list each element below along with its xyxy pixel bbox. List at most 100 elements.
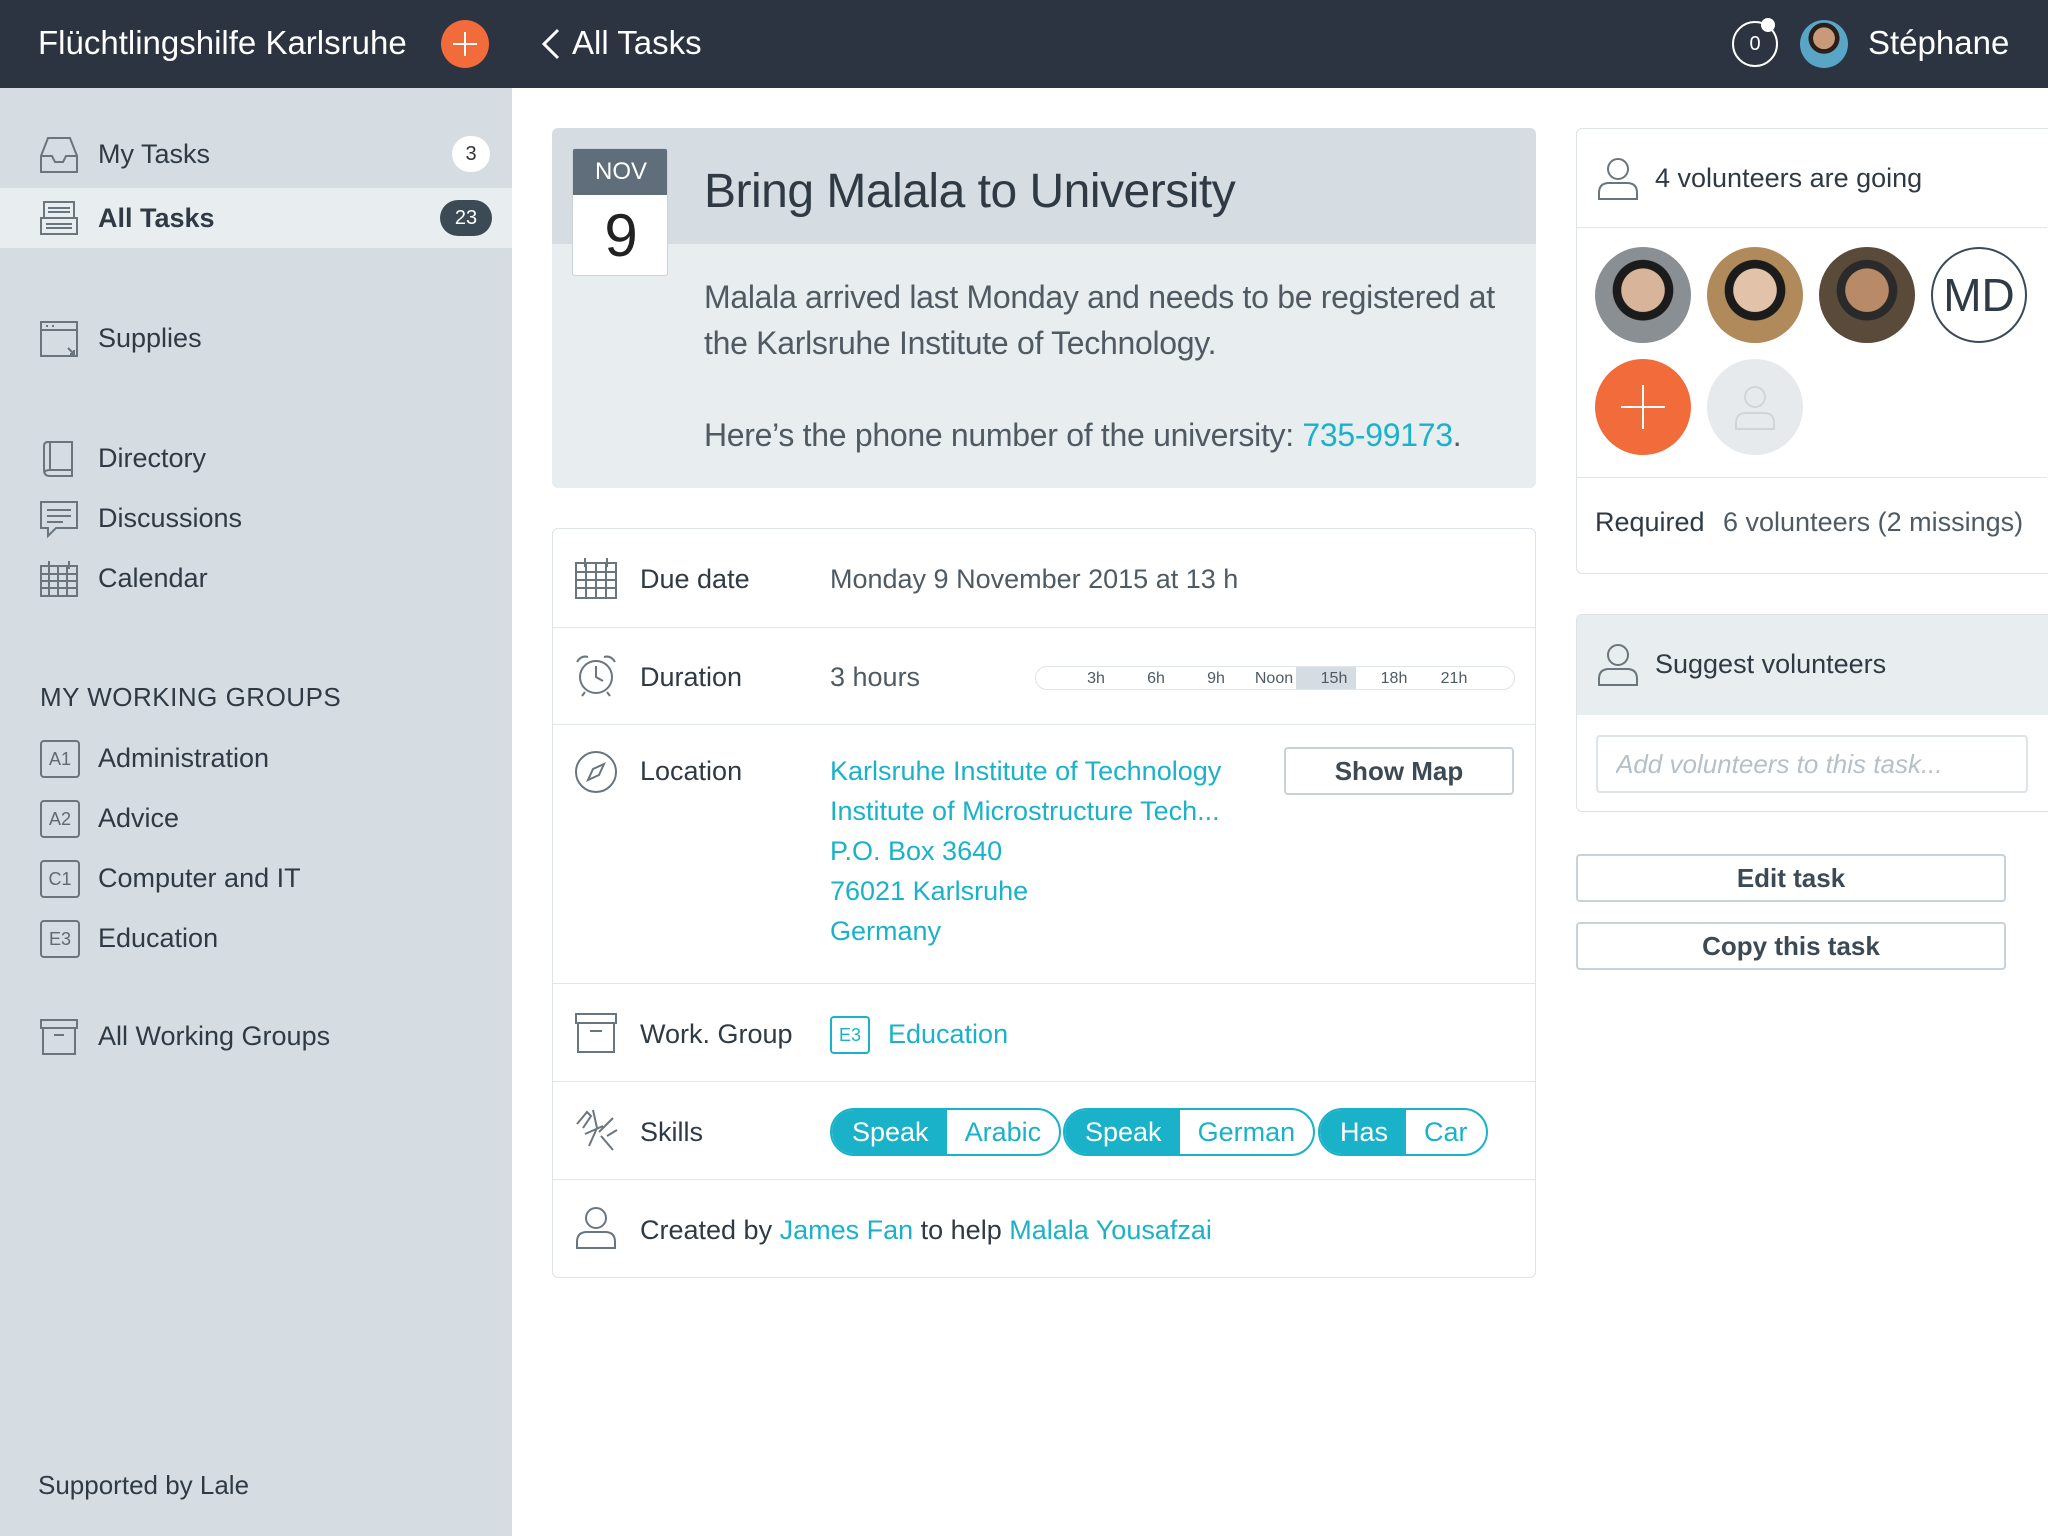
task-header-card: NOV 9 Bring Malala to University Malala …	[552, 128, 1536, 488]
group-code-chip: E3	[830, 1016, 870, 1054]
calendar-icon	[575, 558, 617, 599]
add-volunteer-button[interactable]	[1595, 359, 1691, 455]
sidebar-group-advice[interactable]: A2 Advice	[0, 788, 512, 848]
created-by-text: Created by James Fan to help Malala Yous…	[640, 1214, 1212, 1246]
timeline-tick: Noon	[1254, 670, 1294, 687]
required-label: Required	[1595, 507, 1705, 537]
skill-value: German	[1197, 1117, 1296, 1147]
skill-tag[interactable]: Speak Arabic	[830, 1108, 1062, 1156]
alarm-clock-icon	[576, 655, 616, 697]
sidebar-item-calendar[interactable]: Calendar	[0, 548, 512, 608]
timeline-tick: 15h	[1320, 670, 1348, 687]
skills-row: Skills Speak Arabic Speak German Has Car	[553, 1082, 1535, 1180]
address-line[interactable]: P.O. Box 3640	[830, 835, 1002, 867]
duration-label: Duration	[640, 662, 743, 692]
address-line[interactable]: Institute of Microstructure Tech...	[830, 795, 1220, 827]
calendar-icon	[40, 561, 78, 597]
sidebar-item-discussions[interactable]: Discussions	[0, 488, 512, 548]
top-bar: Flüchtlingshilfe Karlsruhe All Tasks 0 S…	[0, 0, 2048, 88]
volunteers-card: 4 volunteers are going MD Required 6 vol…	[1576, 128, 2048, 574]
notification-dot-icon	[1761, 18, 1775, 32]
sidebar-item-label: All Tasks	[98, 203, 215, 233]
duration-timeline[interactable]: 3h 6h 9h Noon 15h 18h 21h	[1035, 666, 1515, 690]
group-code: E3	[40, 920, 80, 958]
person-icon	[576, 1207, 616, 1249]
sidebar-item-all-working-groups[interactable]: All Working Groups	[0, 1006, 512, 1066]
date-badge: NOV 9	[572, 148, 668, 276]
address-line[interactable]: Germany	[830, 915, 941, 947]
sidebar-item-label: Administration	[98, 743, 270, 773]
duration-row: Duration 3 hours 3h 6h 9h Noon 15h 18h 2…	[553, 628, 1535, 725]
edit-task-button[interactable]: Edit task	[1576, 854, 2006, 902]
group-code: C1	[40, 860, 80, 898]
address-line[interactable]: 76021 Karlsruhe	[830, 875, 1028, 907]
person-icon	[1598, 644, 1638, 686]
org-title[interactable]: Flüchtlingshilfe Karlsruhe	[38, 22, 407, 64]
section-title: MY WORKING GROUPS	[40, 682, 342, 712]
sidebar-item-all-tasks[interactable]: All Tasks 23	[0, 188, 512, 248]
copy-task-button[interactable]: Copy this task	[1576, 922, 2006, 970]
sidebar-group-education[interactable]: E3 Education	[0, 908, 512, 968]
sidebar-item-label: All Working Groups	[98, 1021, 331, 1051]
skill-value: Car	[1424, 1117, 1468, 1147]
due-date-value: Monday 9 November 2015 at 13 h	[830, 564, 1239, 594]
page-title[interactable]: All Tasks	[572, 22, 702, 64]
skill-tag[interactable]: Has Car	[1318, 1108, 1488, 1156]
location-label: Location	[640, 756, 743, 786]
created-by-row: Created by James Fan to help Malala Yous…	[553, 1180, 1535, 1277]
description-text: Malala arrived last Monday and needs to …	[704, 279, 1495, 361]
divider	[1577, 227, 2047, 228]
divider	[1577, 477, 2047, 478]
skill-value: Arabic	[964, 1117, 1042, 1147]
suggest-volunteers-input[interactable]	[1596, 735, 2028, 793]
user-name[interactable]: Stéphane	[1868, 22, 2009, 64]
phone-line: Here’s the phone number of the universit…	[704, 412, 1504, 458]
volunteers-heading: 4 volunteers are going	[1655, 163, 1923, 193]
beneficiary-link[interactable]: Malala Yousafzai	[1009, 1215, 1212, 1245]
skill-key: Speak	[832, 1110, 947, 1154]
show-map-button[interactable]: Show Map	[1284, 747, 1514, 795]
sidebar-item-directory[interactable]: Directory	[0, 428, 512, 488]
address-line[interactable]: Karlsruhe Institute of Technology	[830, 755, 1221, 787]
sidebar-item-label: Education	[98, 923, 219, 953]
suggest-title: Suggest volunteers	[1655, 649, 1887, 679]
sidebar-item-my-tasks[interactable]: My Tasks 3	[0, 124, 512, 184]
timeline-tick: 6h	[1147, 670, 1165, 687]
archive-icon	[575, 1013, 617, 1053]
volunteer-avatar[interactable]	[1595, 247, 1691, 343]
phone-link[interactable]: 735-99173	[1302, 417, 1453, 453]
back-chevron-icon[interactable]	[534, 26, 570, 62]
person-icon	[1598, 158, 1638, 200]
add-icon[interactable]	[441, 20, 489, 68]
phone-suffix: .	[1452, 417, 1462, 453]
skills-label: Skills	[640, 1117, 704, 1147]
chat-icon	[40, 501, 78, 539]
sidebar-item-label: Calendar	[98, 563, 208, 593]
volunteer-avatar[interactable]	[1819, 247, 1915, 343]
date-month: NOV	[573, 149, 667, 195]
skills-icon	[576, 1109, 618, 1151]
sidebar-item-label: Advice	[98, 803, 180, 833]
user-avatar[interactable]	[1800, 20, 1848, 68]
creator-link[interactable]: James Fan	[780, 1215, 914, 1245]
sidebar-item-supplies[interactable]: Supplies	[0, 308, 512, 368]
person-placeholder-icon	[1735, 386, 1775, 430]
sidebar-item-label: My Tasks	[98, 139, 211, 169]
volunteer-avatar-initials[interactable]: MD	[1931, 247, 2027, 343]
book-icon	[43, 441, 73, 477]
phone-prefix: Here’s the phone number of the universit…	[704, 417, 1303, 453]
working-group-link[interactable]: Education	[888, 1018, 1008, 1050]
timeline-tick: 9h	[1207, 670, 1225, 687]
volunteer-avatar[interactable]	[1707, 247, 1803, 343]
task-title: Bring Malala to University	[704, 165, 1236, 218]
sidebar-group-administration[interactable]: A1 Administration	[0, 728, 512, 788]
duration-value: 3 hours	[830, 662, 921, 692]
skill-key: Has	[1320, 1110, 1407, 1154]
sidebar-footer: Supported by Lale	[38, 1470, 250, 1500]
location-row: Location Karlsruhe Institute of Technolo…	[553, 725, 1535, 984]
skill-tag[interactable]: Speak German	[1063, 1108, 1316, 1156]
created-prefix: Created by	[640, 1215, 780, 1245]
empty-slot-avatar	[1707, 359, 1803, 455]
sidebar-group-computer-it[interactable]: C1 Computer and IT	[0, 848, 512, 908]
timeline-tick: 3h	[1087, 670, 1105, 687]
